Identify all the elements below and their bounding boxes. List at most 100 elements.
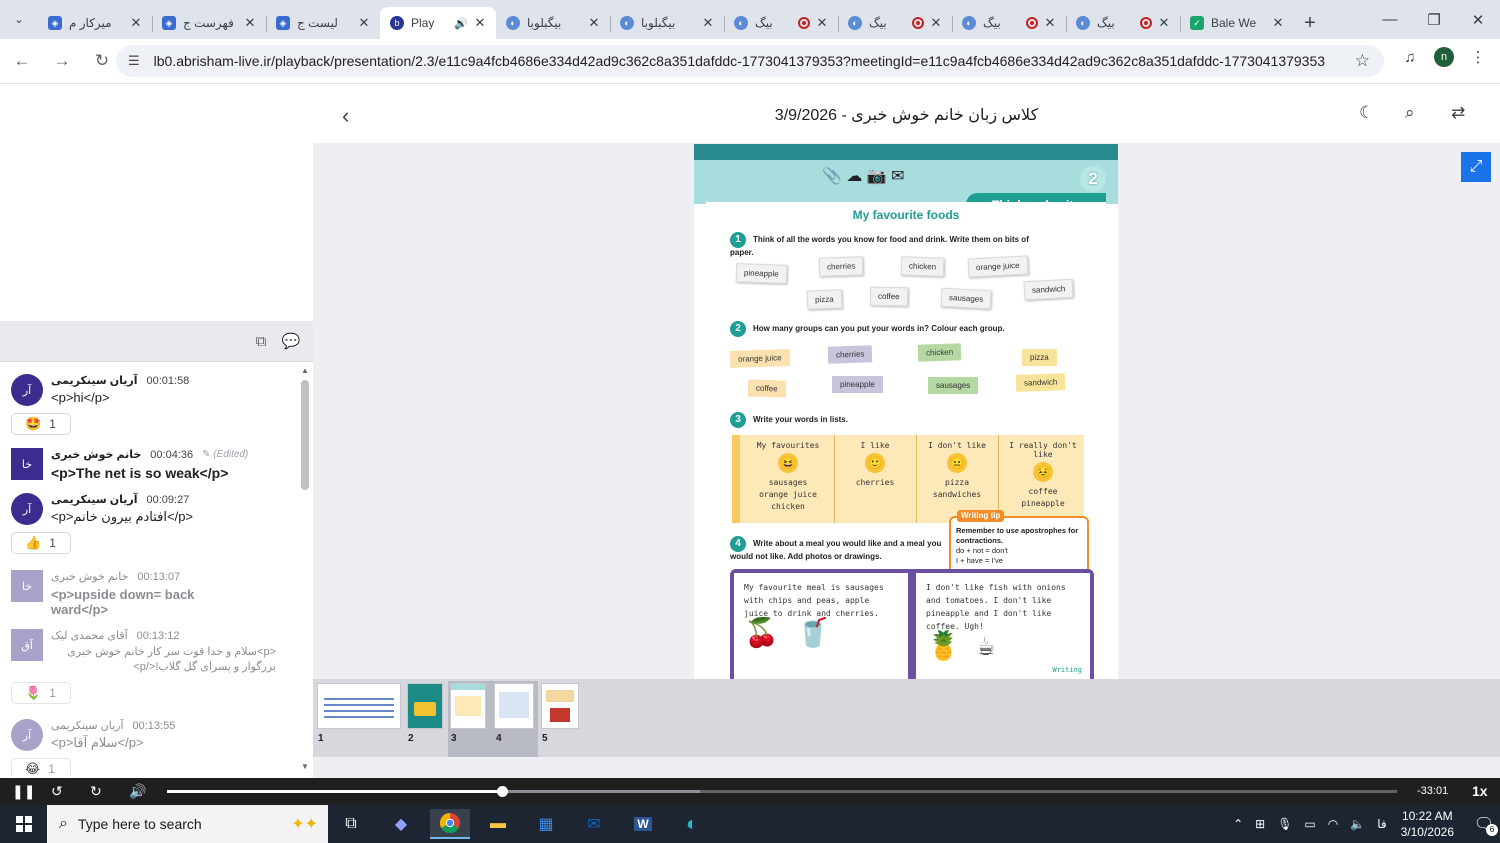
group-tag: cherries [827,345,873,364]
word-paper: sandwich [1023,278,1074,301]
volume-icon[interactable]: 🔊 [129,783,146,800]
microphone-icon[interactable]: 🎙 [1277,817,1292,831]
thumbnail-current[interactable]: 3 4 [448,681,538,757]
browser-tab[interactable]: ◐ بیگ ✕ [952,7,1066,39]
notification-icon[interactable]: 🗨 6 [1468,810,1500,838]
swap-layout-icon[interactable]: ⇄ [1451,103,1465,123]
battery-icon[interactable]: ▭ [1304,817,1315,831]
windows-logo-icon [15,816,32,832]
message-time[interactable]: 00:01:58 [146,375,189,387]
thumbnail[interactable]: 1 [315,681,403,757]
scroll-down-arrow[interactable]: ▼ [300,762,310,771]
reload-button[interactable]: ↻ [84,51,120,71]
chat-scrollbar-thumb[interactable] [301,380,309,490]
close-tab-icon[interactable]: ✕ [1042,15,1058,31]
avatar: خا [11,570,43,602]
browser-tab-active[interactable]: b Play 🔊 ✕ [380,7,496,39]
playback-controls: ❚❚ ↺ ↻ 🔊 -33:01 1x [0,778,1500,805]
close-tab-icon[interactable]: ✕ [472,15,488,31]
close-tab-icon[interactable]: ✕ [242,15,258,31]
recording-icon [1026,17,1038,29]
thumbnail[interactable]: 2 [405,681,445,757]
minimize-button[interactable]: — [1368,0,1412,39]
browser-tab[interactable]: ◐ بیگبلوبا ✕ [496,7,610,39]
browser-tab[interactable]: ◐ بیگ ✕ [838,7,952,39]
clock[interactable]: 10:22 AM 3/10/2026 [1401,808,1454,840]
browser-tab[interactable]: ◐ بیگ ✕ [1066,7,1180,39]
message-time[interactable]: 00:09:27 [146,494,189,506]
url-text[interactable]: lb0.abrisham-live.ir/playback/presentati… [154,53,1355,69]
dark-mode-icon[interactable]: ☾ [1359,103,1374,123]
media-control-icon[interactable]: ♫ [1400,49,1420,66]
store-icon[interactable]: ▦ [526,809,566,839]
message-time[interactable]: 00:13:55 [133,720,176,732]
edited-label: ✎ (Edited) [202,449,249,460]
pause-icon[interactable]: ❚❚ [12,783,35,800]
windows-start-button[interactable] [0,805,47,843]
tab-search-button[interactable]: ⌄ [0,0,38,39]
word-icon[interactable]: W [623,809,663,839]
copy-chat-icon[interactable]: ⧉ [251,331,271,351]
seek-handle[interactable] [496,786,508,797]
bbb-icon: ◐ [1076,16,1090,30]
close-tab-icon[interactable]: ✕ [928,15,944,31]
browser-toolbar: ← → ↻ ☰ lb0.abrisham-live.ir/playback/pr… [0,39,1500,84]
close-tab-icon[interactable]: ✕ [586,15,602,31]
close-tab-icon[interactable]: ✕ [814,15,830,31]
file-explorer-icon[interactable]: ▬ [478,809,518,839]
system-tray: ⌃ ⊞ 🎙 ▭ ◠ 🔈 فا 10:22 AM 3/10/2026 🗨 6 [1227,805,1500,843]
browser-tab[interactable]: ◐ بیگ ✕ [724,7,838,39]
close-tab-icon[interactable]: ✕ [128,15,144,31]
chrome-icon[interactable] [430,809,470,839]
close-tab-icon[interactable]: ✕ [700,15,716,31]
open-book: My favourite meal is sausages with chips… [730,569,1094,679]
address-bar[interactable]: ☰ lb0.abrisham-live.ir/playback/presenta… [116,45,1384,77]
outlook-icon[interactable]: ✉ [574,809,614,839]
chat-panel[interactable]: آر آریان سینکریمی 00:01:58 <p>hi</p> 🤩 1 خ… [0,362,313,777]
browser-tab[interactable]: ◈ فهرست ج ✕ [152,7,266,39]
new-tab-button[interactable]: + [1294,7,1326,39]
browser-tab[interactable]: ◈ میرکار م ✕ [38,7,152,39]
scroll-up-arrow[interactable]: ▲ [300,366,310,375]
fullscreen-button[interactable]: ⤢ [1461,152,1491,182]
profile-avatar[interactable]: n [1434,47,1454,67]
speaker-icon[interactable]: 🔈 [1350,817,1365,831]
close-window-button[interactable]: ✕ [1456,0,1500,39]
language-indicator[interactable]: فا [1377,817,1386,831]
playback-speed-button[interactable]: 1x [1472,783,1488,799]
message-time[interactable]: 00:13:12 [137,630,180,642]
wifi-icon[interactable]: ◠ [1328,817,1338,831]
chat-icon[interactable]: 💬 [281,331,301,351]
thumbnail[interactable]: 5 [539,681,581,757]
bbb-icon: b [390,16,404,30]
forward-icon[interactable]: ↻ [90,783,102,800]
browser-tab[interactable]: ◈ لیست ج ✕ [266,7,380,39]
browser-tab[interactable]: ◐ بیگبلوبا ✕ [610,7,724,39]
seek-bar[interactable] [167,786,1397,797]
message-time[interactable]: 00:04:36 [150,449,193,461]
network-device-icon[interactable]: ⊞ [1255,817,1265,831]
search-icon[interactable]: ⌕ [1405,103,1415,123]
message-time[interactable]: 00:13:07 [137,571,180,583]
edge-icon[interactable]: ◐ [672,809,712,839]
copilot-icon[interactable]: ◆ [381,809,421,839]
chevron-up-icon[interactable]: ⌃ [1233,817,1243,831]
forward-button[interactable]: → [44,51,80,71]
back-button[interactable]: ← [4,51,40,71]
task-view-icon[interactable]: ⧉ [331,809,371,839]
writing-tip-title: Writing tip [957,510,1005,522]
audio-playing-icon[interactable]: 🔊 [454,17,468,30]
question-2: 2 How many groups can you put your words … [730,321,1070,337]
bookmark-star-icon[interactable]: ☆ [1355,51,1370,71]
close-tab-icon[interactable]: ✕ [356,15,372,31]
reaction-badge: 😂 1 [11,758,71,777]
bbb-icon: ◐ [506,16,520,30]
browser-tab[interactable]: ✓ Bale We ✕ [1180,7,1294,39]
menu-kebab-icon[interactable]: ⋮ [1468,48,1488,66]
rewind-icon[interactable]: ↺ [51,783,63,800]
taskbar-search-box[interactable]: ⌕ Type here to search ✦✦ [47,805,328,843]
close-tab-icon[interactable]: ✕ [1270,15,1286,31]
close-tab-icon[interactable]: ✕ [1156,15,1172,31]
restore-button[interactable]: ❐ [1412,0,1456,39]
site-info-icon[interactable]: ☰ [128,53,140,69]
